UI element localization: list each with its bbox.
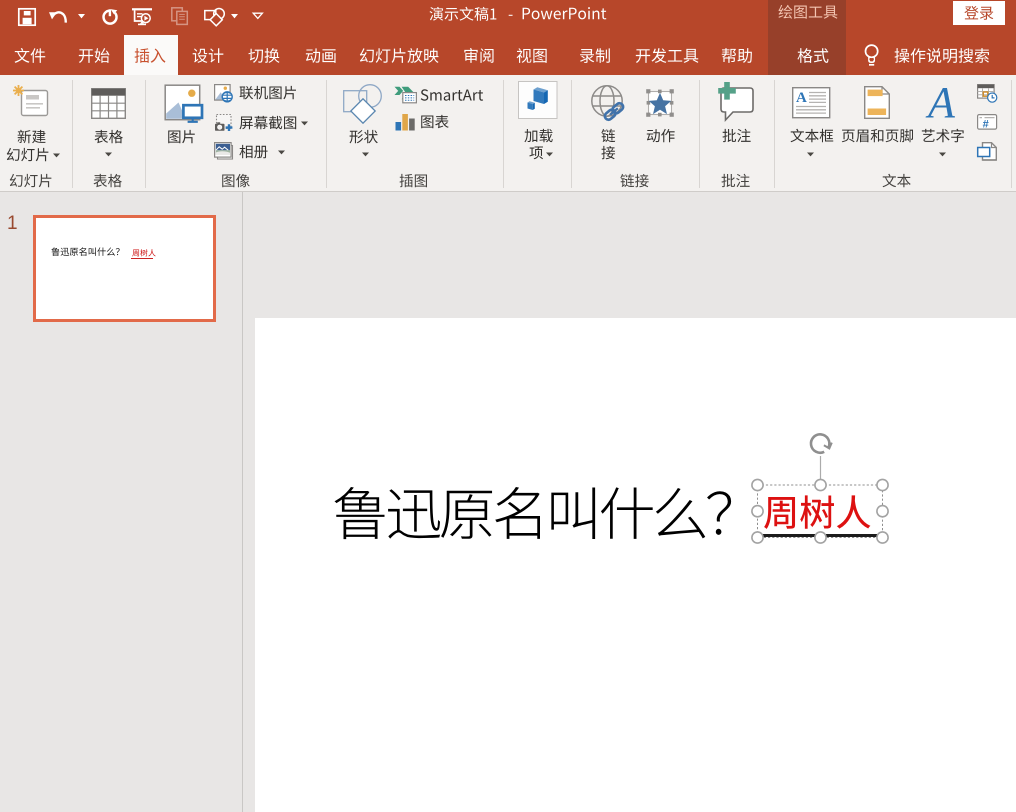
svg-text:A: A xyxy=(796,90,807,106)
svg-text:A: A xyxy=(925,78,956,127)
svg-text:#: # xyxy=(983,118,989,130)
